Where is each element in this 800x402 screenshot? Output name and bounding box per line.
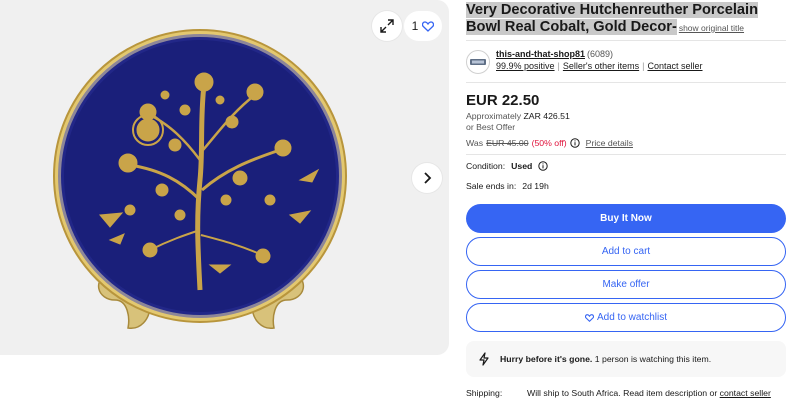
seller-positive-link[interactable]: 99.9% positive — [496, 61, 555, 71]
seller-feedback-count: (6089) — [587, 49, 614, 59]
listing-title: Very Decorative Hutchenreuther Porcelain… — [466, 2, 796, 37]
seller-name-link[interactable]: this-and-that-shop81 — [496, 49, 585, 59]
product-image[interactable] — [0, 0, 449, 355]
sale-ends-value: 2d 19h — [522, 181, 549, 191]
store-logo-icon — [470, 59, 486, 65]
urgency-bold: Hurry before it's gone. — [500, 354, 593, 364]
buy-it-now-button[interactable]: Buy It Now — [466, 204, 786, 233]
divider — [466, 82, 786, 83]
add-to-cart-button[interactable]: Add to cart — [466, 237, 786, 266]
urgency-banner: Hurry before it's gone. 1 person is watc… — [466, 341, 786, 377]
best-offer-text: or Best Offer — [466, 122, 516, 132]
watch-count-button[interactable]: 1 — [404, 11, 442, 41]
shipping-info: Will ship to South Africa. Read item des… — [527, 388, 771, 398]
was-label: Was — [466, 138, 484, 148]
make-offer-button[interactable]: Make offer — [466, 270, 786, 299]
was-price-line: Was EUR 45.00 (50% off) Price details — [466, 138, 633, 148]
condition-line: Condition: Used — [466, 161, 549, 171]
expand-icon — [380, 19, 394, 33]
heart-icon — [422, 20, 435, 32]
condition-value: Used — [511, 161, 533, 171]
price-details-link[interactable]: Price details — [586, 138, 633, 148]
separator: | — [557, 61, 560, 71]
contact-seller-link[interactable]: Contact seller — [647, 61, 702, 71]
shipping-contact-seller-link[interactable]: contact seller — [720, 388, 771, 398]
seller-links: 99.9% positive | Seller's other items | Cont… — [496, 61, 703, 71]
seller-avatar[interactable] — [466, 50, 490, 74]
heart-icon — [584, 313, 594, 322]
watch-count: 1 — [411, 19, 419, 33]
expand-image-button[interactable] — [372, 11, 402, 41]
condition-label: Condition: — [466, 161, 506, 171]
info-icon[interactable] — [538, 161, 549, 171]
next-image-button[interactable] — [412, 163, 442, 193]
seller-info: this-and-that-shop81 (6089) — [496, 49, 613, 59]
price: EUR 22.50 — [466, 92, 540, 109]
add-to-watchlist-label: Add to watchlist — [596, 312, 668, 323]
was-price: EUR 45.00 — [486, 138, 529, 148]
lightning-icon — [479, 352, 489, 366]
divider — [466, 154, 786, 155]
sale-ends-label: Sale ends in: — [466, 181, 517, 191]
separator: | — [642, 61, 645, 71]
show-original-title-link[interactable]: show original title — [679, 23, 744, 33]
shipping-label: Shipping: — [466, 388, 503, 398]
urgency-detail: 1 person is watching this item. — [594, 354, 712, 364]
approx-label: Approximately — [466, 111, 522, 121]
approx-value: ZAR 426.51 — [523, 111, 570, 121]
shipping-text: Will ship to South Africa. Read item des… — [527, 388, 718, 398]
seller-other-items-link[interactable]: Seller's other items — [563, 61, 639, 71]
sale-ends-line: Sale ends in: 2d 19h — [466, 181, 549, 191]
chevron-right-icon — [424, 172, 432, 184]
urgency-text: Hurry before it's gone. 1 person is watc… — [500, 354, 711, 364]
add-to-watchlist-button[interactable]: Add to watchlist — [466, 303, 786, 332]
divider — [466, 40, 786, 41]
approx-price: Approximately ZAR 426.51 — [466, 111, 570, 121]
image-gallery: 1 — [0, 0, 449, 355]
info-icon[interactable] — [569, 138, 580, 148]
discount-badge: (50% off) — [531, 138, 567, 148]
